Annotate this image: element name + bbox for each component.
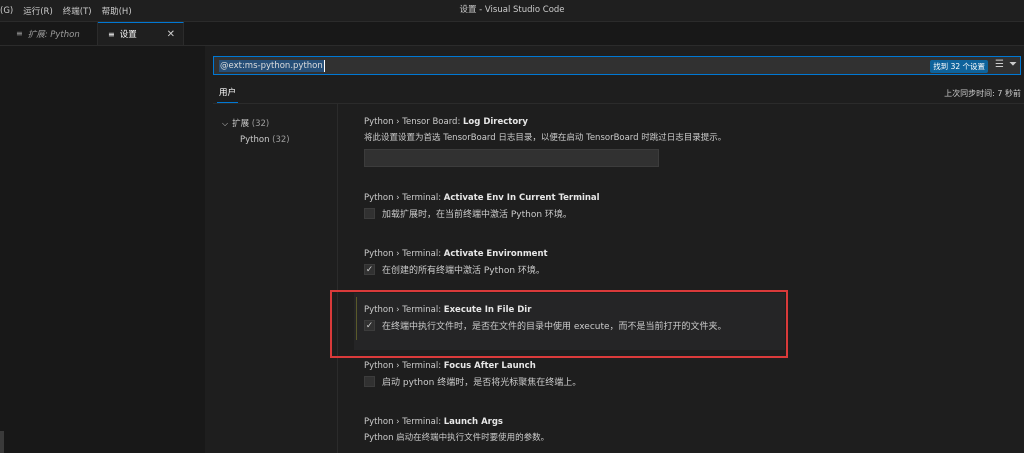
sidebar-scrollbar[interactable] bbox=[0, 431, 4, 453]
setting-category: Python › Tensor Board: bbox=[364, 117, 464, 127]
setting-name: Activate Env In Current Terminal bbox=[443, 193, 600, 203]
setting-description: 在创建的所有终端中激活 Python 环境。 bbox=[382, 266, 545, 276]
menu-item-help[interactable]: 帮助(H) bbox=[102, 5, 132, 17]
setting-title: Python › Tensor Board: Log Directory bbox=[364, 117, 726, 127]
setting-name: Focus After Launch bbox=[443, 361, 536, 371]
setting-category: Python › Terminal: bbox=[364, 417, 444, 427]
setting-title: Python › Terminal: Launch Args bbox=[364, 417, 549, 427]
divider bbox=[213, 103, 1024, 104]
tab-label: 扩展: Python bbox=[27, 29, 80, 40]
setting-name: Activate Environment bbox=[443, 249, 548, 259]
setting-category: Python › Terminal: bbox=[364, 193, 444, 203]
setting-name: Log Directory bbox=[463, 117, 528, 127]
setting-description: 启动 python 终端时，是否将光标聚焦在终端上。 bbox=[382, 378, 582, 388]
setting-description: 将此设置设置为首选 TensorBoard 日志目录，以便在启动 TensorB… bbox=[364, 133, 727, 143]
check-icon: ✓ bbox=[365, 265, 374, 275]
tab-extension-python[interactable]: ≡ 扩展: Python bbox=[6, 22, 98, 45]
activate-env-checkbox[interactable] bbox=[364, 208, 375, 219]
chevron-down-icon: ⌵ bbox=[222, 119, 229, 128]
menu-item-run[interactable]: 运行(R) bbox=[23, 5, 53, 17]
preview-icon: ≡ bbox=[16, 29, 23, 38]
setting-name: Launch Args bbox=[443, 417, 503, 427]
sync-status: 上次同步时间: 7 秒前 bbox=[944, 89, 1021, 98]
tab-user-scope[interactable]: 用户 bbox=[217, 86, 239, 103]
tab-label: 设置 bbox=[119, 30, 137, 40]
close-icon[interactable]: ✕ bbox=[167, 29, 175, 40]
setting-log-directory: Python › Tensor Board: Log Directory 将此设… bbox=[364, 117, 726, 167]
setting-description: 加载扩展时，在当前终端中激活 Python 环境。 bbox=[382, 210, 572, 220]
focus-after-launch-checkbox[interactable] bbox=[364, 376, 375, 387]
log-directory-input[interactable] bbox=[364, 149, 659, 167]
toc-separator bbox=[337, 104, 338, 453]
editor-tab-bar: ≡ 扩展: Python ≡ 设置 ✕ bbox=[0, 22, 1024, 46]
toc-item-python[interactable]: Python (32) bbox=[240, 135, 290, 145]
result-count-badge: 找到 32 个设置 bbox=[930, 60, 988, 73]
filter-icon[interactable]: ⏷ bbox=[1009, 59, 1017, 70]
menu-item-terminal[interactable]: 终端(T) bbox=[63, 5, 92, 17]
setting-launch-args: Python › Terminal: Launch Args Python 启动… bbox=[364, 417, 549, 443]
setting-category: Python › Terminal: bbox=[364, 249, 444, 259]
toc-group-count: (32) bbox=[251, 119, 270, 129]
toc-item-extensions[interactable]: ⌵ 扩展 (32) bbox=[222, 117, 290, 129]
setting-title: Python › Terminal: Activate Env In Curre… bbox=[364, 193, 600, 203]
window-title: 设置 - Visual Studio Code bbox=[459, 5, 565, 15]
search-query[interactable]: @ext:ms-python.python bbox=[219, 59, 324, 72]
tab-settings[interactable]: ≡ 设置 ✕ bbox=[98, 22, 184, 45]
title-bar: 设置 - Visual Studio Code (G) 运行(R) 终端(T) … bbox=[0, 0, 1024, 22]
menu-bar: (G) 运行(R) 终端(T) 帮助(H) bbox=[0, 0, 142, 21]
setting-activate-env-in-current-terminal: Python › Terminal: Activate Env In Curre… bbox=[364, 193, 600, 220]
setting-title: Python › Terminal: Activate Environment bbox=[364, 249, 548, 259]
setting-focus-after-launch: Python › Terminal: Focus After Launch 启动… bbox=[364, 361, 581, 388]
highlight-annotation-box bbox=[330, 290, 788, 358]
setting-title: Python › Terminal: Focus After Launch bbox=[364, 361, 581, 371]
menu-item-go[interactable]: (G) bbox=[0, 6, 13, 16]
text-cursor bbox=[323, 59, 325, 72]
toc-sub-label: Python bbox=[240, 135, 270, 145]
settings-toc: ⌵ 扩展 (32) Python (32) bbox=[222, 117, 290, 145]
activate-environment-checkbox[interactable]: ✓ bbox=[364, 264, 375, 275]
side-bar bbox=[0, 46, 205, 453]
setting-description: Python 启动在终端中执行文件时要使用的参数。 bbox=[364, 433, 550, 443]
toc-group-label: 扩展 bbox=[232, 119, 250, 129]
toc-sub-count: (32) bbox=[272, 135, 290, 145]
settings-search-input[interactable]: @ext:ms-python.python 找到 32 个设置 ☰ ⏷ bbox=[213, 56, 1021, 75]
clear-filter-list-icon[interactable]: ☰ bbox=[995, 59, 1004, 70]
setting-activate-environment: Python › Terminal: Activate Environment … bbox=[364, 249, 548, 276]
setting-category: Python › Terminal: bbox=[364, 361, 444, 371]
settings-editor-icon: ≡ bbox=[108, 29, 115, 39]
